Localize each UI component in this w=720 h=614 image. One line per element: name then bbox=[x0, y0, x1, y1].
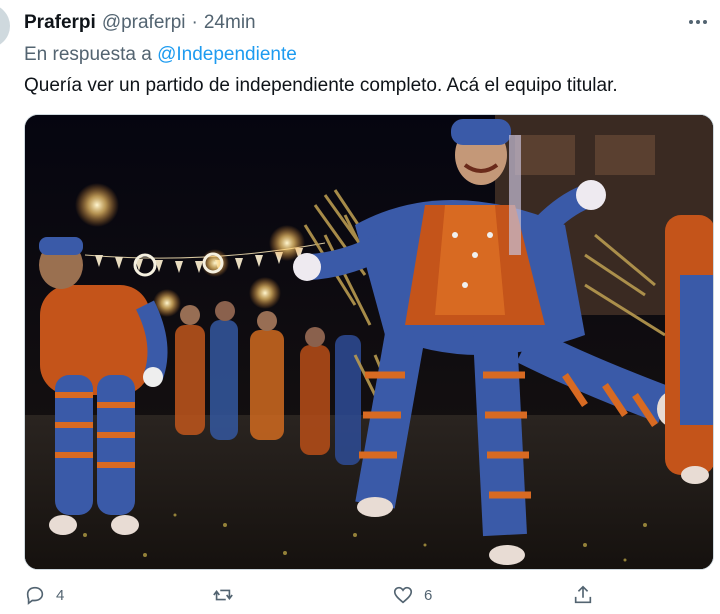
retweet-icon bbox=[213, 589, 233, 601]
reply-prefix: En respuesta a bbox=[24, 44, 152, 65]
reply-icon bbox=[26, 586, 44, 605]
reply-button[interactable]: 4 bbox=[24, 584, 64, 606]
more-options-icon[interactable] bbox=[686, 12, 710, 32]
display-name[interactable]: Praferpi bbox=[24, 10, 96, 36]
heart-icon bbox=[393, 586, 413, 604]
share-button[interactable] bbox=[572, 584, 594, 606]
tweet-header: Praferpi @praferpi · 24min bbox=[24, 10, 256, 36]
tweet-text: Quería ver un partido de independiente c… bbox=[24, 75, 618, 96]
separator-dot: · bbox=[191, 12, 198, 33]
tweet-actions: 4 6 bbox=[24, 584, 664, 614]
carnival-photo-illustration bbox=[25, 115, 713, 569]
like-button[interactable]: 6 bbox=[392, 584, 432, 606]
reply-mention-link[interactable]: @Independiente bbox=[157, 44, 297, 65]
reply-count: 4 bbox=[56, 586, 65, 604]
reply-context: En respuesta a @Independiente bbox=[24, 42, 297, 68]
retweet-button[interactable] bbox=[212, 584, 244, 606]
user-handle[interactable]: @praferpi bbox=[102, 10, 186, 36]
avatar[interactable] bbox=[0, 4, 10, 48]
tweet-photo[interactable] bbox=[24, 114, 714, 570]
like-count: 6 bbox=[424, 586, 433, 604]
tweet-time[interactable]: 24min bbox=[204, 10, 256, 36]
share-icon bbox=[574, 585, 592, 604]
